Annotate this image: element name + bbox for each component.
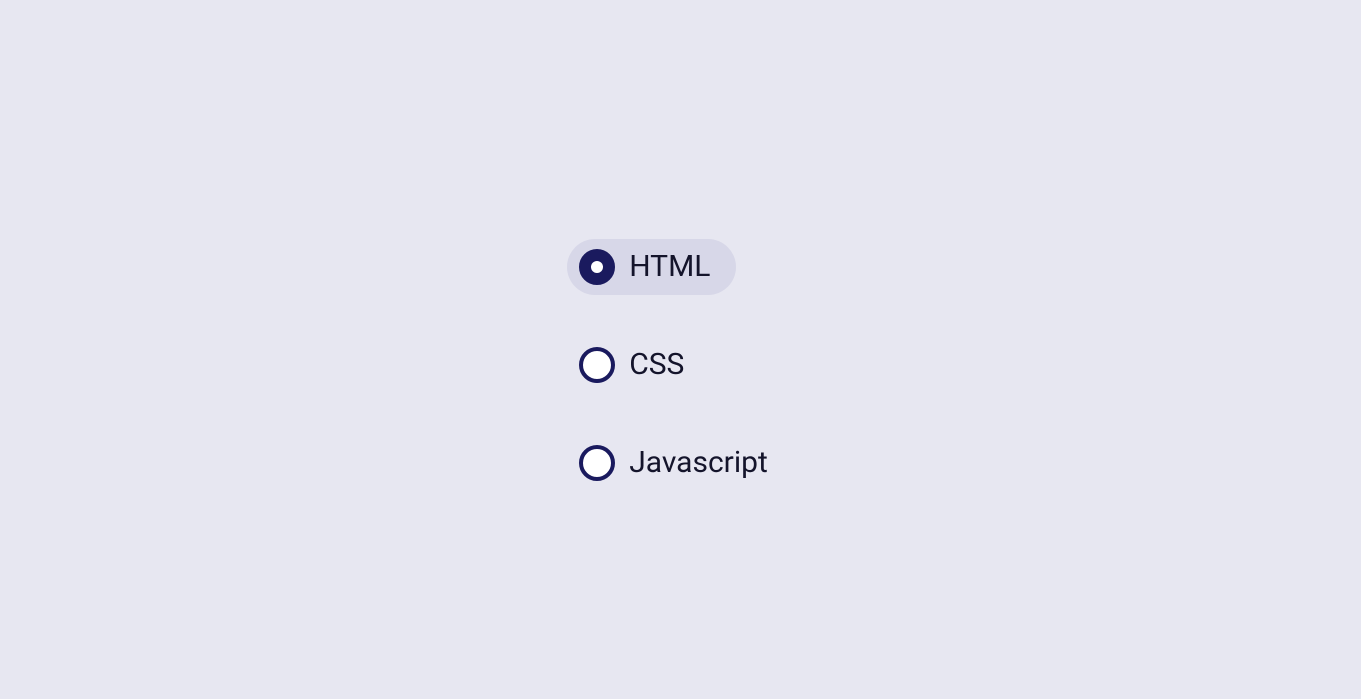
radio-option-css[interactable]: CSS [567,337,710,393]
radio-option-javascript[interactable]: Javascript [567,435,794,491]
radio-circle-icon [579,249,615,285]
radio-dot-icon [591,261,603,273]
radio-circle-icon [579,445,615,481]
radio-label: Javascript [629,445,768,480]
radio-label: HTML [629,249,710,284]
radio-label: CSS [629,347,684,382]
radio-circle-icon [579,347,615,383]
radio-group: HTML CSS Javascript [567,239,794,491]
radio-option-html[interactable]: HTML [567,239,736,295]
